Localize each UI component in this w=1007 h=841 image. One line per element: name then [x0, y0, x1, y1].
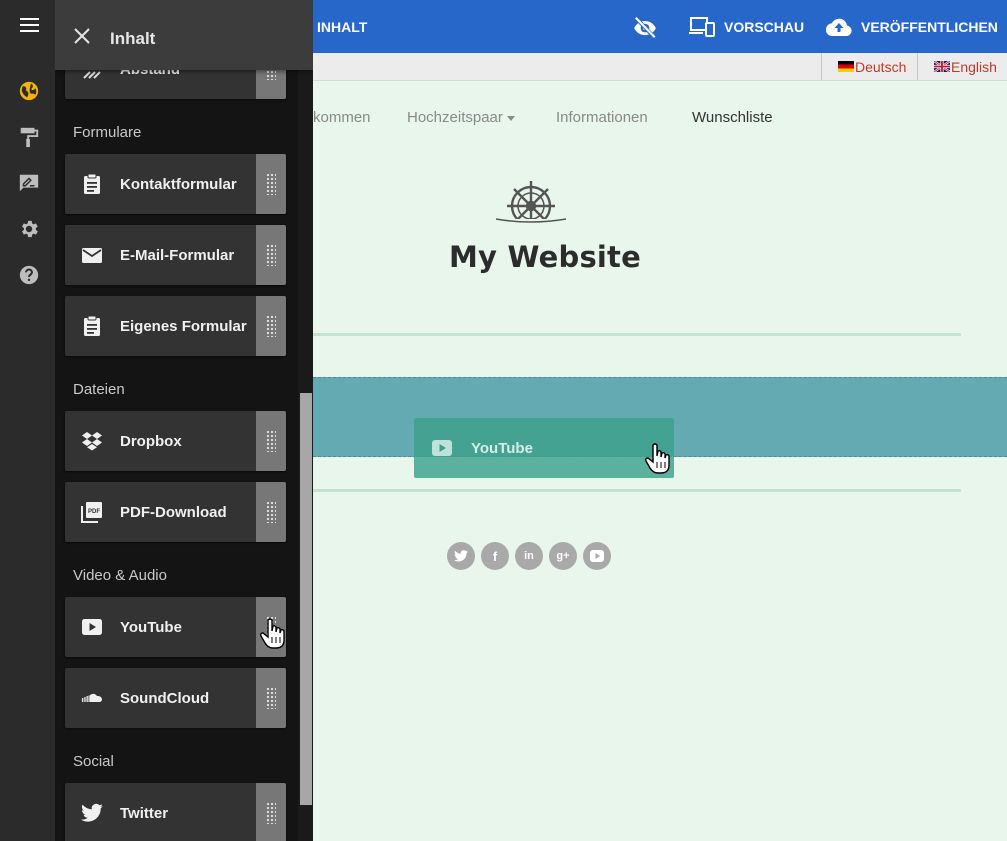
- element-label: PDF-Download: [120, 504, 227, 521]
- hamburger-menu-icon: [20, 18, 39, 32]
- globe-icon[interactable]: [18, 80, 40, 102]
- clipboard-icon: [84, 173, 100, 194]
- section-label-forms: Formulare: [73, 124, 142, 141]
- soundcloud-icon: [82, 693, 102, 702]
- element-dropbox[interactable]: Dropbox: [65, 411, 286, 471]
- youtube-icon[interactable]: [583, 542, 611, 570]
- drag-handle[interactable]: [256, 225, 286, 285]
- mail-icon: [82, 248, 102, 263]
- element-label: SoundCloud: [120, 690, 210, 707]
- dropbox-icon: [82, 432, 102, 451]
- social-links: f in g+: [447, 542, 617, 570]
- panel-header: Inhalt: [55, 0, 313, 70]
- tab-content[interactable]: INHALT: [317, 19, 367, 35]
- close-icon[interactable]: [74, 28, 90, 44]
- language-english[interactable]: English: [917, 53, 1007, 80]
- element-custom-form[interactable]: Eigenes Formular: [65, 296, 286, 356]
- panel-scrollbar-thumb[interactable]: [300, 393, 312, 805]
- drag-handle[interactable]: [256, 482, 286, 542]
- language-label: Deutsch: [855, 58, 907, 75]
- devices-icon: [689, 17, 715, 37]
- element-label: E-Mail-Formular: [120, 247, 235, 264]
- section-label-files: Dateien: [73, 381, 125, 398]
- hide-icon[interactable]: [632, 14, 658, 40]
- drag-handle[interactable]: [256, 411, 286, 471]
- divider: [313, 333, 961, 336]
- drag-handle[interactable]: [256, 668, 286, 728]
- section-label-social: Social: [73, 753, 114, 770]
- element-label: Twitter: [120, 805, 169, 822]
- help-icon[interactable]: [18, 264, 40, 286]
- clipboard-icon: [84, 315, 100, 336]
- pdf-icon: PDF: [81, 502, 102, 523]
- dragged-element-label: YouTube: [471, 439, 533, 457]
- preview-label: VORSCHAU: [724, 19, 805, 35]
- section-label-media: Video & Audio: [73, 567, 167, 584]
- paint-roller-icon[interactable]: [18, 126, 40, 148]
- menu-button[interactable]: [0, 0, 55, 53]
- linkedin-icon[interactable]: in: [515, 542, 543, 570]
- svg-text:PDF: PDF: [88, 509, 100, 515]
- language-label: English: [951, 58, 997, 75]
- uk-flag-icon: [934, 61, 950, 72]
- language-bar: Deutsch English: [313, 53, 1007, 81]
- element-label: Kontaktformular: [120, 176, 237, 193]
- edit-note-icon[interactable]: [18, 172, 40, 194]
- youtube-icon: [82, 619, 102, 635]
- facebook-icon[interactable]: f: [481, 542, 509, 570]
- divider: [313, 489, 961, 492]
- ship-wheel-logo-icon: [494, 181, 568, 229]
- element-label: Eigenes Formular: [120, 318, 247, 335]
- gear-icon[interactable]: [18, 218, 40, 240]
- twitter-icon: [81, 803, 103, 822]
- drag-handle[interactable]: [256, 154, 286, 214]
- youtube-icon: [432, 440, 452, 456]
- preview-button[interactable]: VORSCHAU: [689, 14, 804, 40]
- element-label: Dropbox: [120, 433, 182, 450]
- nav-item-wishlist[interactable]: Wunschliste: [692, 109, 773, 126]
- site-title[interactable]: My Website: [449, 240, 641, 274]
- nav-item-welcome[interactable]: kommen: [313, 109, 371, 126]
- hand-cursor-icon: [260, 618, 285, 649]
- element-youtube[interactable]: YouTube: [65, 597, 286, 657]
- content-panel: Inhalt Abstand Formulare Kontaktformular…: [55, 0, 313, 841]
- element-pdf-download[interactable]: PDF PDF-Download: [65, 482, 286, 542]
- element-twitter[interactable]: Twitter: [65, 783, 286, 841]
- publish-label: VERÖFFENTLICHEN: [861, 19, 998, 35]
- element-label: YouTube: [120, 619, 182, 636]
- panel-title: Inhalt: [110, 29, 156, 48]
- publish-button[interactable]: VERÖFFENTLICHEN: [826, 14, 998, 40]
- dragged-youtube-element[interactable]: YouTube: [414, 418, 674, 478]
- nav-item-information[interactable]: Informationen: [556, 109, 648, 126]
- hand-cursor-icon: [645, 443, 670, 474]
- caret-down-icon: [506, 115, 515, 121]
- twitter-icon[interactable]: [447, 542, 475, 570]
- element-contact-form[interactable]: Kontaktformular: [65, 154, 286, 214]
- element-soundcloud[interactable]: SoundCloud: [65, 668, 286, 728]
- german-flag-icon: [838, 61, 854, 72]
- nav-item-couple[interactable]: Hochzeitspaar: [407, 109, 515, 126]
- element-email-form[interactable]: E-Mail-Formular: [65, 225, 286, 285]
- google-plus-icon[interactable]: g+: [549, 542, 577, 570]
- drag-handle[interactable]: [256, 783, 286, 841]
- drag-handle[interactable]: [256, 296, 286, 356]
- nav-item-label: Hochzeitspaar: [407, 109, 503, 126]
- cloud-upload-icon: [826, 18, 852, 37]
